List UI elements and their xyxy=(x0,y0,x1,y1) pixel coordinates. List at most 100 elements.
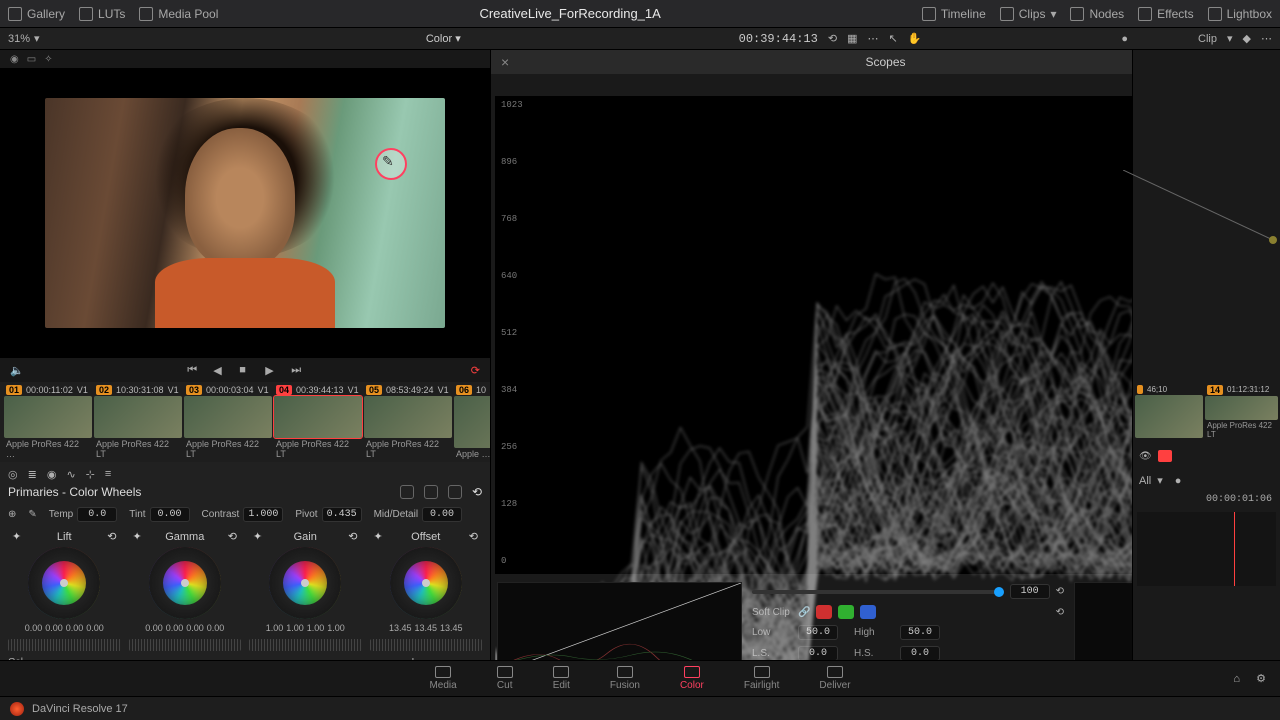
clip-thumb[interactable]: 1401:12:31:12Apple ProRes 422 LT xyxy=(1205,384,1278,440)
wheel-reset-icon[interactable]: ⟲ xyxy=(107,530,116,543)
prev-clip-button[interactable]: ⏮ xyxy=(187,364,203,376)
settings-icon[interactable]: ⚙ xyxy=(1256,672,1266,685)
stop-button[interactable]: ■ xyxy=(239,364,255,376)
softclip-slider[interactable] xyxy=(752,590,1004,594)
wheel-picker-icon[interactable]: ✦ xyxy=(12,530,21,543)
bars-mode-icon[interactable]: ≣ xyxy=(28,468,37,481)
viewer-timecode[interactable]: 00:39:44:13 xyxy=(739,32,818,46)
picker-tool-icon[interactable]: ✎ xyxy=(28,509,36,520)
wheel-view-icon[interactable] xyxy=(400,485,414,499)
nav-media[interactable]: Media xyxy=(429,666,456,691)
wheel-value[interactable]: 1.00 xyxy=(327,623,345,633)
temp-input[interactable] xyxy=(77,507,117,522)
pivot-input[interactable] xyxy=(322,507,362,522)
clip-thumb[interactable]: 0610Apple … xyxy=(454,384,490,460)
clip-thumb[interactable]: 0400:39:44:13V1Apple ProRes 422 LT xyxy=(274,384,362,460)
nav-cut[interactable]: Cut xyxy=(497,666,513,691)
wheel-value[interactable]: 1.00 xyxy=(266,623,284,633)
wheel-picker-icon[interactable]: ✦ xyxy=(374,530,383,543)
viewer[interactable] xyxy=(0,68,490,358)
log-mode-icon[interactable]: ◉ xyxy=(47,468,57,481)
nav-fusion[interactable]: Fusion xyxy=(610,666,640,691)
hand-icon[interactable]: ✋ xyxy=(908,32,922,45)
clips-button[interactable]: Clips▾ xyxy=(1000,7,1057,21)
timeline-button[interactable]: Timeline xyxy=(922,7,986,21)
color-wheel-gain[interactable] xyxy=(269,547,341,619)
bar-view-icon[interactable] xyxy=(424,485,438,499)
eye-icon[interactable]: 👁 xyxy=(1139,451,1152,462)
keyframes-panel[interactable] xyxy=(1137,512,1276,586)
wheel-picker-icon[interactable]: ✦ xyxy=(133,530,142,543)
sliders-mode-icon[interactable]: ≡ xyxy=(105,468,111,481)
step-back-button[interactable]: ◀ xyxy=(213,364,229,376)
jog-wheel[interactable] xyxy=(129,639,242,651)
contrast-input[interactable] xyxy=(243,507,283,522)
clip-thumb[interactable]: 0210:30:31:08V1Apple ProRes 422 LT xyxy=(94,384,182,460)
more-icon[interactable]: ⋯ xyxy=(867,32,878,45)
grid-icon[interactable]: ▦ xyxy=(847,32,857,45)
keyframe-dot[interactable]: ● xyxy=(1175,475,1182,487)
wheel-value[interactable]: 13.45 xyxy=(389,623,412,633)
speaker-icon[interactable]: 🔈 xyxy=(10,364,24,377)
wand-icon[interactable]: ✧ xyxy=(44,54,52,65)
wheel-reset-icon[interactable]: ⟲ xyxy=(228,530,237,543)
wheel-reset-icon[interactable]: ⟲ xyxy=(348,530,357,543)
tint-input[interactable] xyxy=(150,507,190,522)
jog-wheel[interactable] xyxy=(8,639,121,651)
gallery-button[interactable]: Gallery xyxy=(8,7,65,21)
wheel-value[interactable]: 0.00 xyxy=(45,623,63,633)
curves-mode-icon[interactable]: ∿ xyxy=(66,468,75,481)
nav-color[interactable]: Color xyxy=(680,666,704,691)
more-icon[interactable]: ⋯ xyxy=(1261,32,1272,45)
nav-deliver[interactable]: Deliver xyxy=(819,666,850,691)
nav-fairlight[interactable]: Fairlight xyxy=(744,666,780,691)
clip-label[interactable]: Clip xyxy=(1198,33,1217,45)
log-view-icon[interactable] xyxy=(448,485,462,499)
qualifier-mode-icon[interactable]: ⊹ xyxy=(86,468,95,481)
wheel-value[interactable]: 0.00 xyxy=(145,623,163,633)
color-wheel-gamma[interactable] xyxy=(149,547,221,619)
wheel-value[interactable]: 13.45 xyxy=(440,623,463,633)
wheel-value[interactable]: 0.00 xyxy=(166,623,184,633)
picker-icon[interactable]: ◉ xyxy=(10,54,19,65)
wheel-value[interactable]: 13.45 xyxy=(414,623,437,633)
wheel-value[interactable]: 0.00 xyxy=(25,623,43,633)
wheel-value[interactable]: 0.00 xyxy=(207,623,225,633)
keyframes-all[interactable]: All xyxy=(1139,475,1151,487)
clip-thumb[interactable]: 0508:53:49:24V1Apple ProRes 422 LT xyxy=(364,384,452,460)
mediapool-button[interactable]: Media Pool xyxy=(139,7,218,21)
wheel-value[interactable]: 1.00 xyxy=(307,623,325,633)
clip-thumb[interactable]: 0300:00:03:04V1Apple ProRes 422 LT xyxy=(184,384,272,460)
sync-icon[interactable]: ⟲ xyxy=(828,32,837,45)
color-picker-cursor[interactable] xyxy=(375,148,407,180)
middetail-input[interactable] xyxy=(422,507,462,522)
close-scopes-icon[interactable]: × xyxy=(501,54,509,70)
luts-button[interactable]: LUTs xyxy=(79,7,125,21)
awb-icon[interactable]: ⊕ xyxy=(8,509,16,520)
jog-wheel[interactable] xyxy=(370,639,483,651)
clip-thumb[interactable]: 0100:00:11:02V1Apple ProRes 422 … xyxy=(4,384,92,460)
overlay-icon[interactable]: ▭ xyxy=(27,54,36,65)
wheel-value[interactable]: 0.00 xyxy=(186,623,204,633)
clip-thumb[interactable]: 46;10 xyxy=(1135,384,1203,440)
nodes-button[interactable]: Nodes xyxy=(1070,7,1124,21)
flag-icon[interactable] xyxy=(1158,450,1172,462)
effects-button[interactable]: Effects xyxy=(1138,7,1193,21)
play-button[interactable]: ▶ xyxy=(265,364,281,376)
keyframe-dot[interactable]: ● xyxy=(1121,33,1128,45)
jog-wheel[interactable] xyxy=(249,639,362,651)
clip-timeline[interactable]: 0100:00:11:02V1Apple ProRes 422 …0210:30… xyxy=(0,382,490,462)
wheel-picker-icon[interactable]: ✦ xyxy=(253,530,262,543)
arrow-cursor-icon[interactable]: ↖ xyxy=(888,32,897,45)
wheels-mode-icon[interactable]: ◎ xyxy=(8,468,18,481)
reset-icon[interactable]: ⟲ xyxy=(472,485,482,499)
color-wheel-offset[interactable] xyxy=(390,547,462,619)
wheel-value[interactable]: 0.00 xyxy=(86,623,104,633)
zoom-level[interactable]: 31%▾ xyxy=(8,32,68,45)
loop-button[interactable]: ⟳ xyxy=(471,364,480,377)
page-selector[interactable]: Color xyxy=(426,33,452,45)
next-clip-button[interactable]: ⏭ xyxy=(291,364,307,376)
wheel-value[interactable]: 1.00 xyxy=(286,623,304,633)
keyframe-marker[interactable]: ◆ xyxy=(1243,32,1251,45)
wheel-reset-icon[interactable]: ⟲ xyxy=(469,530,478,543)
